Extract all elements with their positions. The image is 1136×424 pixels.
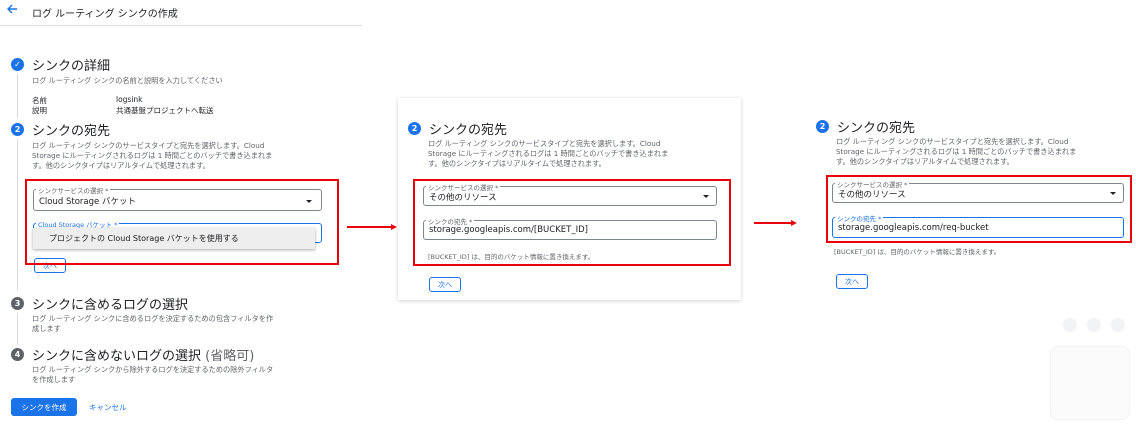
step4-title: シンクに含めないログの選択 (省略可): [32, 345, 254, 364]
step3-description-line: 成します: [32, 324, 61, 333]
step-complete-check-icon: ✓: [11, 58, 24, 71]
step-connector: [17, 74, 18, 118]
panel3-description-line: ログ ルーティング シンクのサービスタイプと宛先を選択します。Cloud: [836, 137, 1069, 146]
cancel-button[interactable]: キャンセル: [89, 402, 127, 413]
step4-number-badge: 4: [11, 348, 24, 361]
page-title: ログ ルーティング シンクの作成: [32, 9, 178, 20]
panel3-description-line: Storage にルーティングされるログは 1 時間ごとのバッチで書き込まれま: [836, 147, 1077, 156]
destination-description-line: ログ ルーティング シンクのサービスタイプと宛先を選択します。Cloud: [32, 141, 265, 150]
back-arrow-icon[interactable]: [6, 3, 20, 19]
create-sink-button[interactable]: シンクを作成: [11, 398, 77, 416]
panel2-step-number-badge: 2: [408, 122, 421, 135]
step2-title: シンクの宛先: [32, 124, 111, 139]
step4-description-line: を作成します: [32, 375, 76, 384]
destination-description-line: す。他のシンクタイプはリアルタイムで処理されます。: [32, 161, 210, 170]
flow-arrow-line: [347, 226, 392, 228]
step3-description-line: ログ ルーティング シンクに含めるログを決定するための包含フィルタを作: [32, 314, 274, 323]
step3-number-badge: 3: [11, 297, 24, 310]
panel2-next-button[interactable]: 次へ: [429, 277, 461, 292]
panel3-next-button[interactable]: 次へ: [836, 274, 868, 289]
background-dot: [1111, 318, 1125, 332]
step1-title: シンクの詳細: [32, 59, 111, 74]
panel3-description-line: す。他のシンクタイプはリアルタイムで処理されます。: [836, 157, 1014, 166]
step4-title-text: シンクに含めないログの選択: [32, 349, 202, 364]
step2-number-badge: 2: [11, 123, 24, 136]
highlight-frame: [826, 175, 1132, 243]
optional-indicator: (省略可): [205, 349, 255, 364]
highlight-frame: [413, 179, 731, 266]
step1-description: ログ ルーティング シンクの名前と説明を入力してください: [32, 76, 223, 85]
highlight-frame: [25, 179, 339, 265]
panel3-title: シンクの宛先: [837, 121, 916, 136]
panel3-bucket-hint: [BUCKET_ID] は、目的のバケット情報に置き換えます。: [834, 248, 1001, 256]
step-connector: [17, 313, 18, 345]
flow-arrow-head-icon: [791, 219, 797, 226]
panel2-description-line: Storage にルーティングされるログは 1 時間ごとのバッチで書き込まれま: [428, 149, 669, 158]
panel2-description-line: ログ ルーティング シンクのサービスタイプと宛先を選択します。Cloud: [428, 139, 661, 148]
name-value: logsink: [116, 95, 143, 104]
description-value: 共通基盤プロジェクトへ転送: [116, 106, 214, 115]
background-dot: [1063, 318, 1077, 332]
panel3-step-number-badge: 2: [816, 120, 829, 133]
step-connector: [17, 139, 18, 291]
flow-arrow-head-icon: [391, 223, 397, 230]
step3-title: シンクに含めるログの選択: [32, 298, 189, 313]
step4-description-line: ログ ルーティング シンクから除外するログを決定するための除外フィルタ: [32, 365, 274, 374]
panel2-description-line: す。他のシンクタイプはリアルタイムで処理されます。: [428, 159, 606, 168]
destination-description-line: Storage にルーティングされるログは 1 時間ごとのバッチで書き込まれま: [32, 151, 273, 160]
flow-arrow-line: [754, 222, 792, 224]
description-label: 説明: [32, 106, 47, 115]
panel2-title: シンクの宛先: [429, 123, 508, 138]
background-card: [1050, 346, 1130, 420]
background-dot: [1087, 318, 1101, 332]
